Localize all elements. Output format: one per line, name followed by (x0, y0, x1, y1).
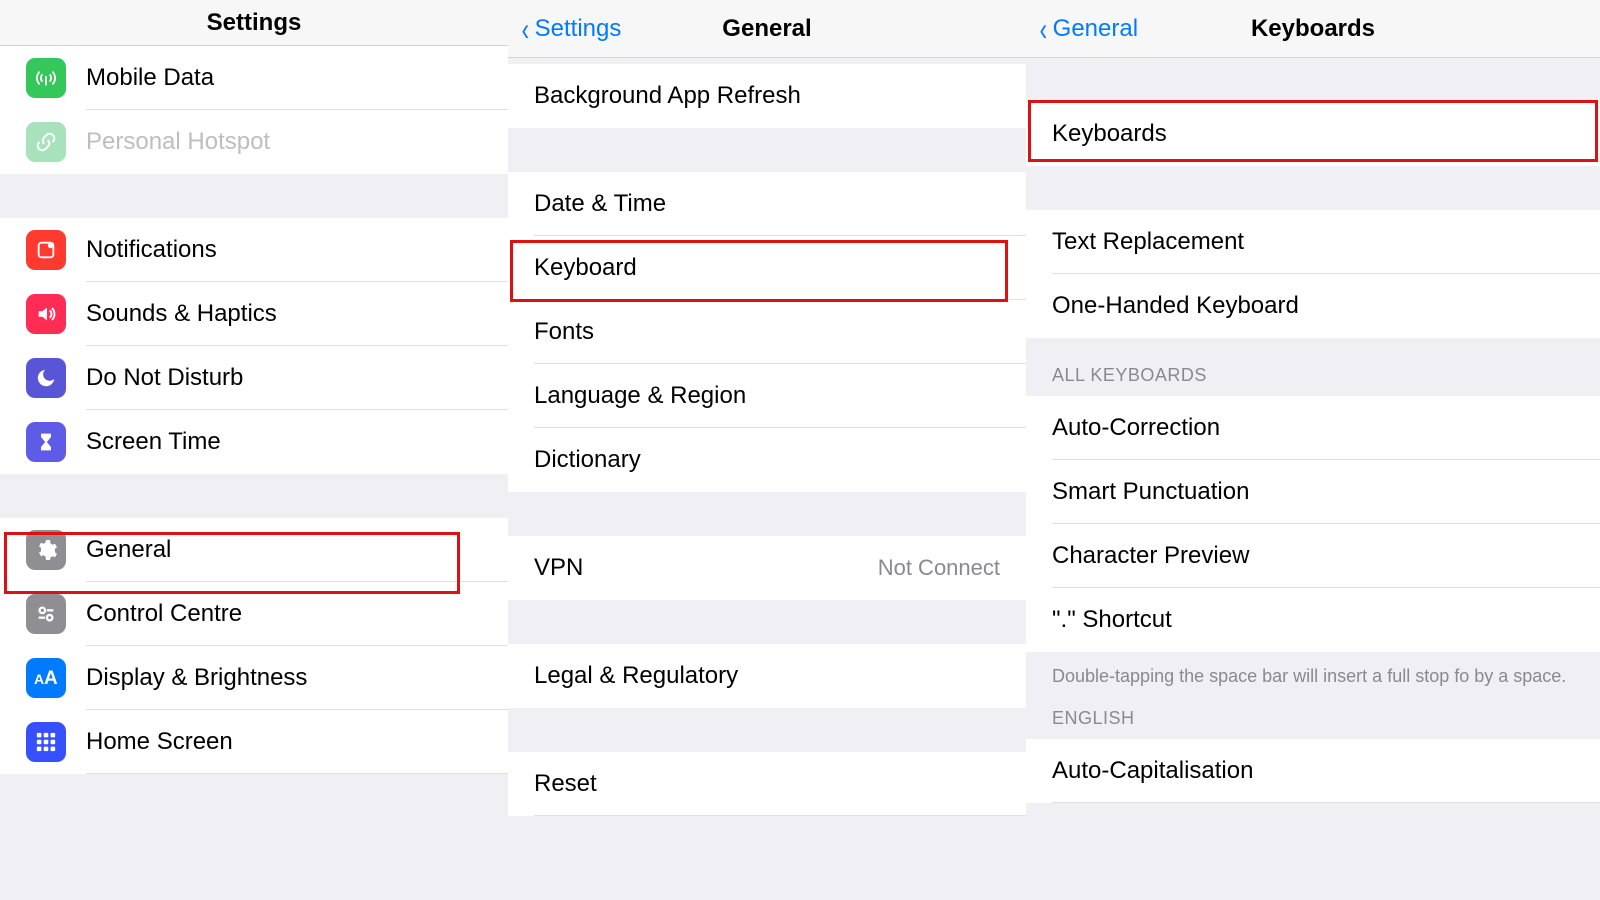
row-label: Keyboards (1052, 120, 1574, 148)
row-label: Text Replacement (1052, 228, 1574, 256)
row-dictionary[interactable]: Dictionary (508, 428, 1026, 492)
antenna-icon (26, 58, 66, 98)
row-period-shortcut[interactable]: "." Shortcut (1026, 588, 1600, 652)
row-label: Dictionary (534, 446, 1000, 474)
keyboards-title: Keyboards (1251, 15, 1375, 43)
section-all-keyboards: ALL KEYBOARDS (1026, 338, 1600, 396)
row-label: VPN (534, 554, 878, 582)
row-label: Reset (534, 770, 1000, 798)
row-label: Keyboard (534, 254, 1000, 282)
row-general[interactable]: General (0, 518, 508, 582)
row-vpn[interactable]: VPN Not Connect (508, 536, 1026, 600)
vpn-status: Not Connect (878, 555, 1000, 581)
row-background-app-refresh[interactable]: Background App Refresh (508, 64, 1026, 128)
svg-text:A: A (34, 671, 44, 687)
row-fonts[interactable]: Fonts (508, 300, 1026, 364)
notifications-icon (26, 230, 66, 270)
settings-group-wireless: Mobile Data Personal Hotspot (0, 46, 508, 174)
back-label: General (1053, 15, 1138, 43)
row-label: Display & Brightness (86, 664, 482, 692)
row-label: Control Centre (86, 600, 482, 628)
row-notifications[interactable]: Notifications (0, 218, 508, 282)
row-mobile-data[interactable]: Mobile Data (0, 46, 508, 110)
row-one-handed-keyboard[interactable]: One-Handed Keyboard (1026, 274, 1600, 338)
svg-text:A: A (44, 668, 58, 688)
row-language-region[interactable]: Language & Region (508, 364, 1026, 428)
row-label: Language & Region (534, 382, 1000, 410)
row-date-time[interactable]: Date & Time (508, 172, 1026, 236)
row-control-centre[interactable]: Control Centre (0, 582, 508, 646)
row-label: Date & Time (534, 190, 1000, 218)
speaker-icon (26, 294, 66, 334)
row-display[interactable]: AA Display & Brightness (0, 646, 508, 710)
row-label: Personal Hotspot (86, 128, 482, 156)
row-text-replacement[interactable]: Text Replacement (1026, 210, 1600, 274)
row-dnd[interactable]: Do Not Disturb (0, 346, 508, 410)
row-label: Home Screen (86, 728, 482, 756)
row-label: Notifications (86, 236, 482, 264)
period-shortcut-footer: Double-tapping the space bar will insert… (1026, 652, 1600, 697)
general-panel: ‹ Settings General Background App Refres… (508, 0, 1026, 900)
row-label: Mobile Data (86, 64, 482, 92)
chevron-left-icon: ‹ (1040, 13, 1047, 45)
back-to-settings[interactable]: ‹ Settings (520, 0, 621, 58)
row-label: Smart Punctuation (1052, 478, 1574, 506)
back-label: Settings (535, 15, 622, 43)
hourglass-icon (26, 422, 66, 462)
section-english: ENGLISH (1026, 697, 1600, 739)
row-legal[interactable]: Legal & Regulatory (508, 644, 1026, 708)
row-label: General (86, 536, 482, 564)
row-auto-capitalisation[interactable]: Auto-Capitalisation (1026, 739, 1600, 803)
row-label: Auto-Correction (1052, 414, 1574, 442)
row-label: Legal & Regulatory (534, 662, 1000, 690)
row-sounds[interactable]: Sounds & Haptics (0, 282, 508, 346)
row-label: Background App Refresh (534, 82, 1000, 110)
row-personal-hotspot[interactable]: Personal Hotspot (0, 110, 508, 174)
row-label: Auto-Capitalisation (1052, 757, 1574, 785)
row-keyboards-list[interactable]: Keyboards (1026, 102, 1600, 166)
row-screen-time[interactable]: Screen Time (0, 410, 508, 474)
gear-icon (26, 530, 66, 570)
row-label: Sounds & Haptics (86, 300, 482, 328)
row-reset[interactable]: Reset (508, 752, 1026, 816)
chevron-left-icon: ‹ (522, 13, 529, 45)
settings-panel: Settings Mobile Data Personal Hotspot (0, 0, 508, 900)
row-smart-punctuation[interactable]: Smart Punctuation (1026, 460, 1600, 524)
link-icon (26, 122, 66, 162)
text-size-icon: AA (26, 658, 66, 698)
row-label: One-Handed Keyboard (1052, 292, 1574, 320)
row-auto-correction[interactable]: Auto-Correction (1026, 396, 1600, 460)
row-character-preview[interactable]: Character Preview (1026, 524, 1600, 588)
keyboards-header: ‹ General Keyboards (1026, 0, 1600, 58)
row-home-screen[interactable]: Home Screen (0, 710, 508, 774)
settings-header: Settings (0, 0, 508, 46)
row-label: Do Not Disturb (86, 364, 482, 392)
settings-title: Settings (207, 9, 302, 37)
row-label: Screen Time (86, 428, 482, 456)
general-header: ‹ Settings General (508, 0, 1026, 58)
keyboards-panel: ‹ General Keyboards Keyboards Text Repla… (1026, 0, 1600, 900)
row-label: Fonts (534, 318, 1000, 346)
settings-group-general: General Control Centre AA Display & Brig… (0, 518, 508, 774)
back-to-general[interactable]: ‹ General (1038, 0, 1138, 58)
row-keyboard[interactable]: Keyboard (508, 236, 1026, 300)
row-label: "." Shortcut (1052, 606, 1574, 634)
moon-icon (26, 358, 66, 398)
row-label: Character Preview (1052, 542, 1574, 570)
settings-group-notifications: Notifications Sounds & Haptics Do Not Di… (0, 218, 508, 474)
sliders-icon (26, 594, 66, 634)
apps-grid-icon (26, 722, 66, 762)
general-title: General (722, 15, 811, 43)
